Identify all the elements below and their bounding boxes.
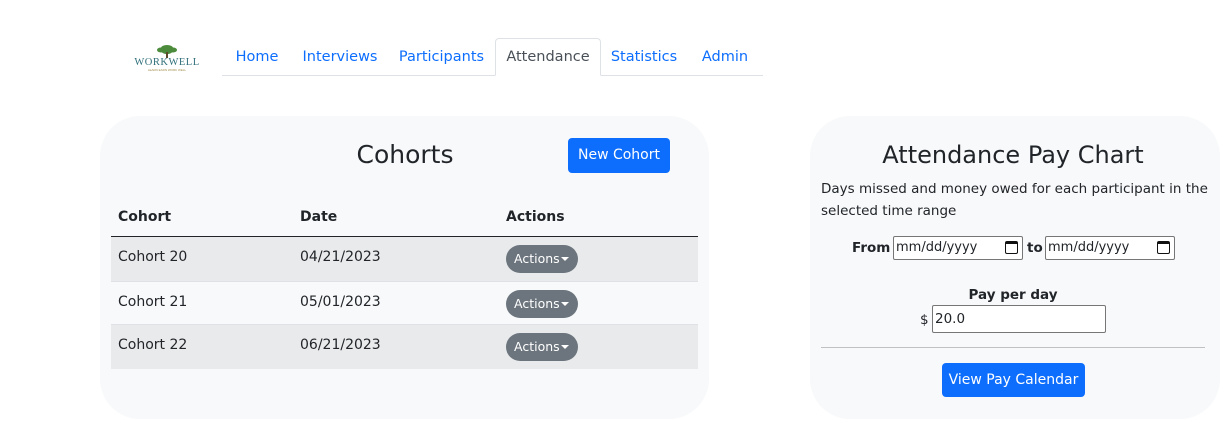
actions-dropdown-button[interactable]: Actions: [506, 290, 578, 318]
to-date-placeholder: mm/dd/yyyy: [1048, 240, 1130, 255]
calendar-icon[interactable]: [1005, 241, 1018, 254]
actions-dropdown-button[interactable]: Actions: [506, 245, 578, 273]
cohorts-card: Cohorts New Cohort Cohort Date Actions C…: [100, 116, 709, 419]
tab-home[interactable]: Home: [222, 38, 292, 76]
to-date-input[interactable]: mm/dd/yyyy: [1045, 236, 1175, 260]
pay-per-day-label: Pay per day: [968, 287, 1058, 303]
date-range-row: From mm/dd/yyyy to mm/dd/yyyy: [852, 236, 1192, 260]
column-header-actions: Actions: [506, 209, 565, 225]
actions-label: Actions: [514, 296, 560, 311]
actions-dropdown-button[interactable]: Actions: [506, 333, 578, 361]
tab-interviews[interactable]: Interviews: [294, 38, 386, 76]
actions-label: Actions: [514, 339, 560, 354]
table-row: Cohort 22 06/21/2023 Actions: [111, 325, 698, 369]
cohort-date: 06/21/2023: [300, 337, 381, 353]
logo-tagline: LEARN EARN WORK WELL: [148, 68, 187, 72]
new-cohort-button[interactable]: New Cohort: [568, 138, 670, 173]
from-date-placeholder: mm/dd/yyyy: [896, 240, 978, 255]
tab-participants[interactable]: Participants: [389, 38, 494, 76]
cohort-date: 05/01/2023: [300, 294, 381, 310]
cohorts-table: Cohort Date Actions Cohort 20 04/21/2023…: [111, 202, 698, 369]
pay-chart-card: Attendance Pay Chart Days missed and mon…: [810, 116, 1220, 419]
cohort-date: 04/21/2023: [300, 249, 381, 265]
actions-label: Actions: [514, 251, 560, 266]
divider: [821, 347, 1205, 348]
tab-attendance[interactable]: Attendance: [495, 38, 601, 76]
calendar-icon[interactable]: [1157, 241, 1170, 254]
table-row: Cohort 21 05/01/2023 Actions: [111, 281, 698, 325]
cohort-name: Cohort 22: [118, 337, 188, 353]
view-pay-calendar-button[interactable]: View Pay Calendar: [942, 363, 1085, 397]
logo-text: WORKWELL: [134, 57, 199, 68]
tab-statistics[interactable]: Statistics: [603, 38, 685, 76]
from-date-input[interactable]: mm/dd/yyyy: [893, 236, 1023, 260]
tab-admin[interactable]: Admin: [688, 38, 762, 76]
caret-down-icon: [561, 302, 569, 306]
column-header-cohort: Cohort: [118, 209, 172, 225]
table-header: Cohort Date Actions: [111, 202, 698, 237]
workwell-logo[interactable]: WORKWELL LEARN EARN WORK WELL: [126, 42, 208, 72]
pay-chart-title: Attendance Pay Chart: [882, 141, 1144, 169]
column-header-date: Date: [300, 209, 338, 225]
cohort-name: Cohort 21: [118, 294, 188, 310]
pay-per-day-input[interactable]: 20.0: [932, 305, 1106, 333]
main-nav: Home Interviews Participants Attendance …: [222, 38, 763, 76]
currency-symbol: $: [920, 312, 929, 328]
cohorts-title: Cohorts: [356, 140, 454, 169]
to-label: to: [1027, 240, 1043, 256]
caret-down-icon: [561, 345, 569, 349]
pay-chart-description: Days missed and money owed for each part…: [821, 181, 1208, 219]
tree-logo-icon: WORKWELL LEARN EARN WORK WELL: [134, 45, 199, 72]
cohort-name: Cohort 20: [118, 249, 188, 265]
from-label: From: [852, 240, 891, 256]
caret-down-icon: [561, 257, 569, 261]
table-row: Cohort 20 04/21/2023 Actions: [111, 237, 698, 281]
